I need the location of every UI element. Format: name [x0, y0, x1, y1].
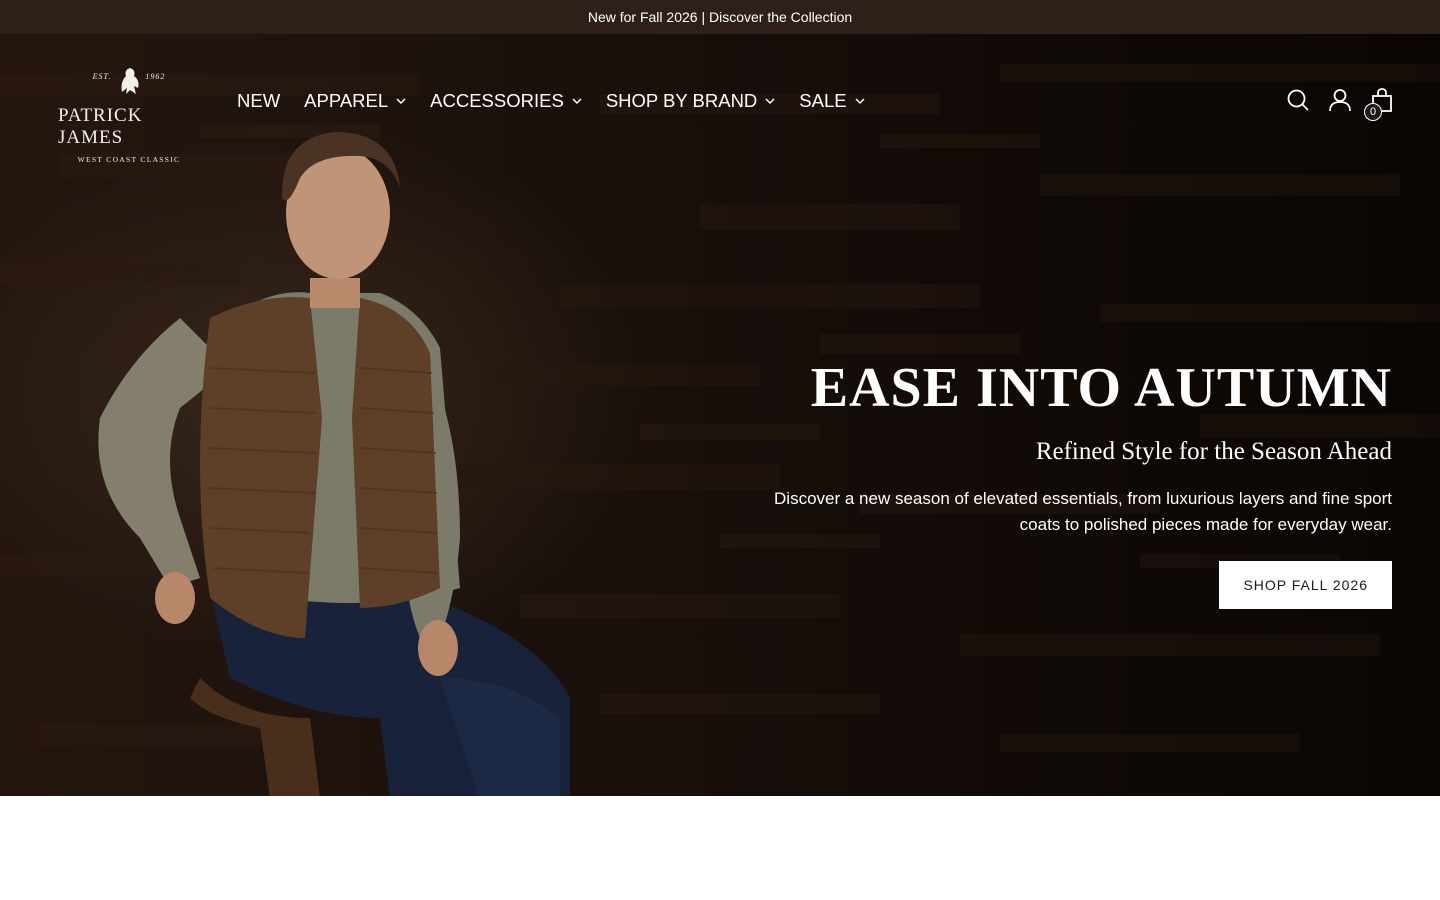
- chevron-down-icon: [396, 98, 406, 105]
- header-actions: 0: [1286, 87, 1394, 121]
- hero-description-line-1: Discover a new season of elevated essent…: [774, 489, 1392, 508]
- account-button[interactable]: [1328, 87, 1352, 113]
- nav-item-label: NEW: [237, 90, 281, 111]
- hero-content: EASE INTO AUTUMN Refined Style for the S…: [772, 360, 1392, 609]
- cart-button[interactable]: 0: [1364, 87, 1394, 121]
- logo-wordmark: PATRICK JAMES: [58, 105, 143, 148]
- nav-item-sale[interactable]: SALE: [799, 90, 865, 112]
- hero-title: EASE INTO AUTUMN: [810, 357, 1392, 419]
- main-nav: NEW APPAREL ACCESSORIES SHOP BY BRAND SA…: [237, 88, 865, 114]
- hero-description: Discover a new season of elevated essent…: [772, 486, 1392, 538]
- logo-est-label: EST.: [92, 72, 112, 81]
- chevron-down-icon: [765, 98, 775, 105]
- nav-item-label: SALE: [799, 90, 847, 111]
- page-content-below-hero: [0, 796, 1440, 900]
- logo-year: 1962: [145, 72, 166, 81]
- hero-subtitle: Refined Style for the Season Ahead: [1035, 438, 1392, 465]
- model-image: [98, 132, 570, 796]
- hero-description-line-2: coats to polished pieces made for everyd…: [1019, 515, 1392, 534]
- nav-item-shop-by-brand[interactable]: SHOP BY BRAND: [606, 90, 775, 112]
- announcement-bar[interactable]: New for Fall 2026 | Discover the Collect…: [0, 0, 1440, 34]
- account-icon: [1329, 89, 1351, 112]
- search-icon: [1287, 89, 1309, 111]
- lion-crest-icon: [121, 68, 139, 94]
- nav-item-label: SHOP BY BRAND: [605, 90, 758, 111]
- chevron-down-icon: [572, 98, 582, 105]
- nav-item-apparel[interactable]: APPAREL: [304, 90, 406, 112]
- hero-banner: EST. 1962 PATRICK JAMES WEST COAST CLASS…: [0, 34, 1440, 796]
- cart-count-badge: 0: [1364, 103, 1382, 121]
- nav-item-label: ACCESSORIES: [430, 90, 564, 111]
- chevron-down-icon: [855, 98, 865, 105]
- shop-fall-button[interactable]: SHOP FALL 2026: [1219, 561, 1392, 609]
- search-button[interactable]: [1286, 87, 1310, 113]
- nav-item-label: APPAREL: [304, 90, 389, 111]
- nav-item-accessories[interactable]: ACCESSORIES: [430, 90, 582, 112]
- brand-logo[interactable]: EST. 1962 PATRICK JAMES WEST COAST CLASS…: [58, 62, 200, 164]
- announcement-text[interactable]: New for Fall 2026 | Discover the Collect…: [588, 9, 852, 25]
- nav-item-new[interactable]: NEW: [237, 90, 280, 112]
- logo-tagline: WEST COAST CLASSIC: [77, 155, 181, 164]
